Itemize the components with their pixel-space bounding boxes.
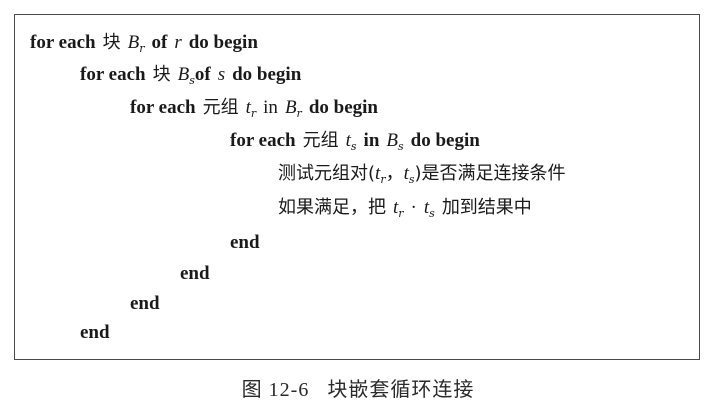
keyword-end: end <box>230 232 260 253</box>
keyword-of: of <box>194 64 211 85</box>
variable-s: s <box>217 64 226 85</box>
figure-caption: 图 12-6 块嵌套循环连接 <box>0 373 716 402</box>
keyword-of: of <box>151 32 168 53</box>
keyword-in: in <box>263 97 278 118</box>
keyword-for-each: for each <box>130 97 196 118</box>
code-line-4: for each 元组 ts in Bs do begin <box>230 128 480 153</box>
variable-B: B <box>284 97 297 118</box>
block-label: 块 <box>102 32 121 53</box>
variable-B: B <box>127 32 140 53</box>
variable-B: B <box>386 130 399 151</box>
dot-operator: · <box>410 197 417 218</box>
tuple-label: 元组 <box>302 130 339 151</box>
subscript-s: s <box>350 140 357 153</box>
tuple-label: 元组 <box>202 97 239 118</box>
code-line-end-4: end <box>80 320 110 345</box>
keyword-do-begin: do begin <box>308 97 378 118</box>
code-line-end-3: end <box>130 291 160 316</box>
add-result-text: 加到结果中 <box>441 197 532 218</box>
code-line-end-1: end <box>230 230 260 255</box>
figure-number: 图 12-6 <box>241 379 310 401</box>
subscript-r: r <box>139 42 145 55</box>
keyword-for-each: for each <box>30 32 96 53</box>
keyword-for-each: for each <box>80 64 146 85</box>
subscript-r: r <box>398 207 404 220</box>
code-line-3: for each 元组 tr in Br do begin <box>130 95 378 120</box>
figure-title: 块嵌套循环连接 <box>327 377 475 401</box>
subscript-s: s <box>429 207 435 220</box>
test-text: 测试元组对( <box>278 163 376 184</box>
variable-r: r <box>174 32 182 53</box>
condition-text: )是否满足连接条件 <box>414 163 566 184</box>
keyword-do-begin: do begin <box>410 130 480 151</box>
subscript-s: s <box>398 140 404 153</box>
keyword-end: end <box>180 263 210 284</box>
code-line-6: 如果满足，把 tr · ts 加到结果中 <box>278 195 532 220</box>
comma: ， <box>385 163 404 184</box>
keyword-end: end <box>130 293 160 314</box>
subscript-r: r <box>296 107 302 120</box>
block-label: 块 <box>152 64 171 85</box>
if-text: 如果满足，把 <box>278 197 386 218</box>
code-line-1: for each 块 Br of r do begin <box>30 30 258 55</box>
code-line-2: for each 块 Bsof s do begin <box>80 62 301 87</box>
keyword-end: end <box>80 322 110 343</box>
code-line-end-2: end <box>180 261 210 286</box>
keyword-do-begin: do begin <box>188 32 258 53</box>
keyword-for-each: for each <box>230 130 296 151</box>
code-line-5: 测试元组对(tr，ts)是否满足连接条件 <box>278 161 566 186</box>
keyword-do-begin: do begin <box>232 64 302 85</box>
keyword-in: in <box>363 130 380 151</box>
variable-B: B <box>177 64 190 85</box>
subscript-r: r <box>250 107 257 120</box>
